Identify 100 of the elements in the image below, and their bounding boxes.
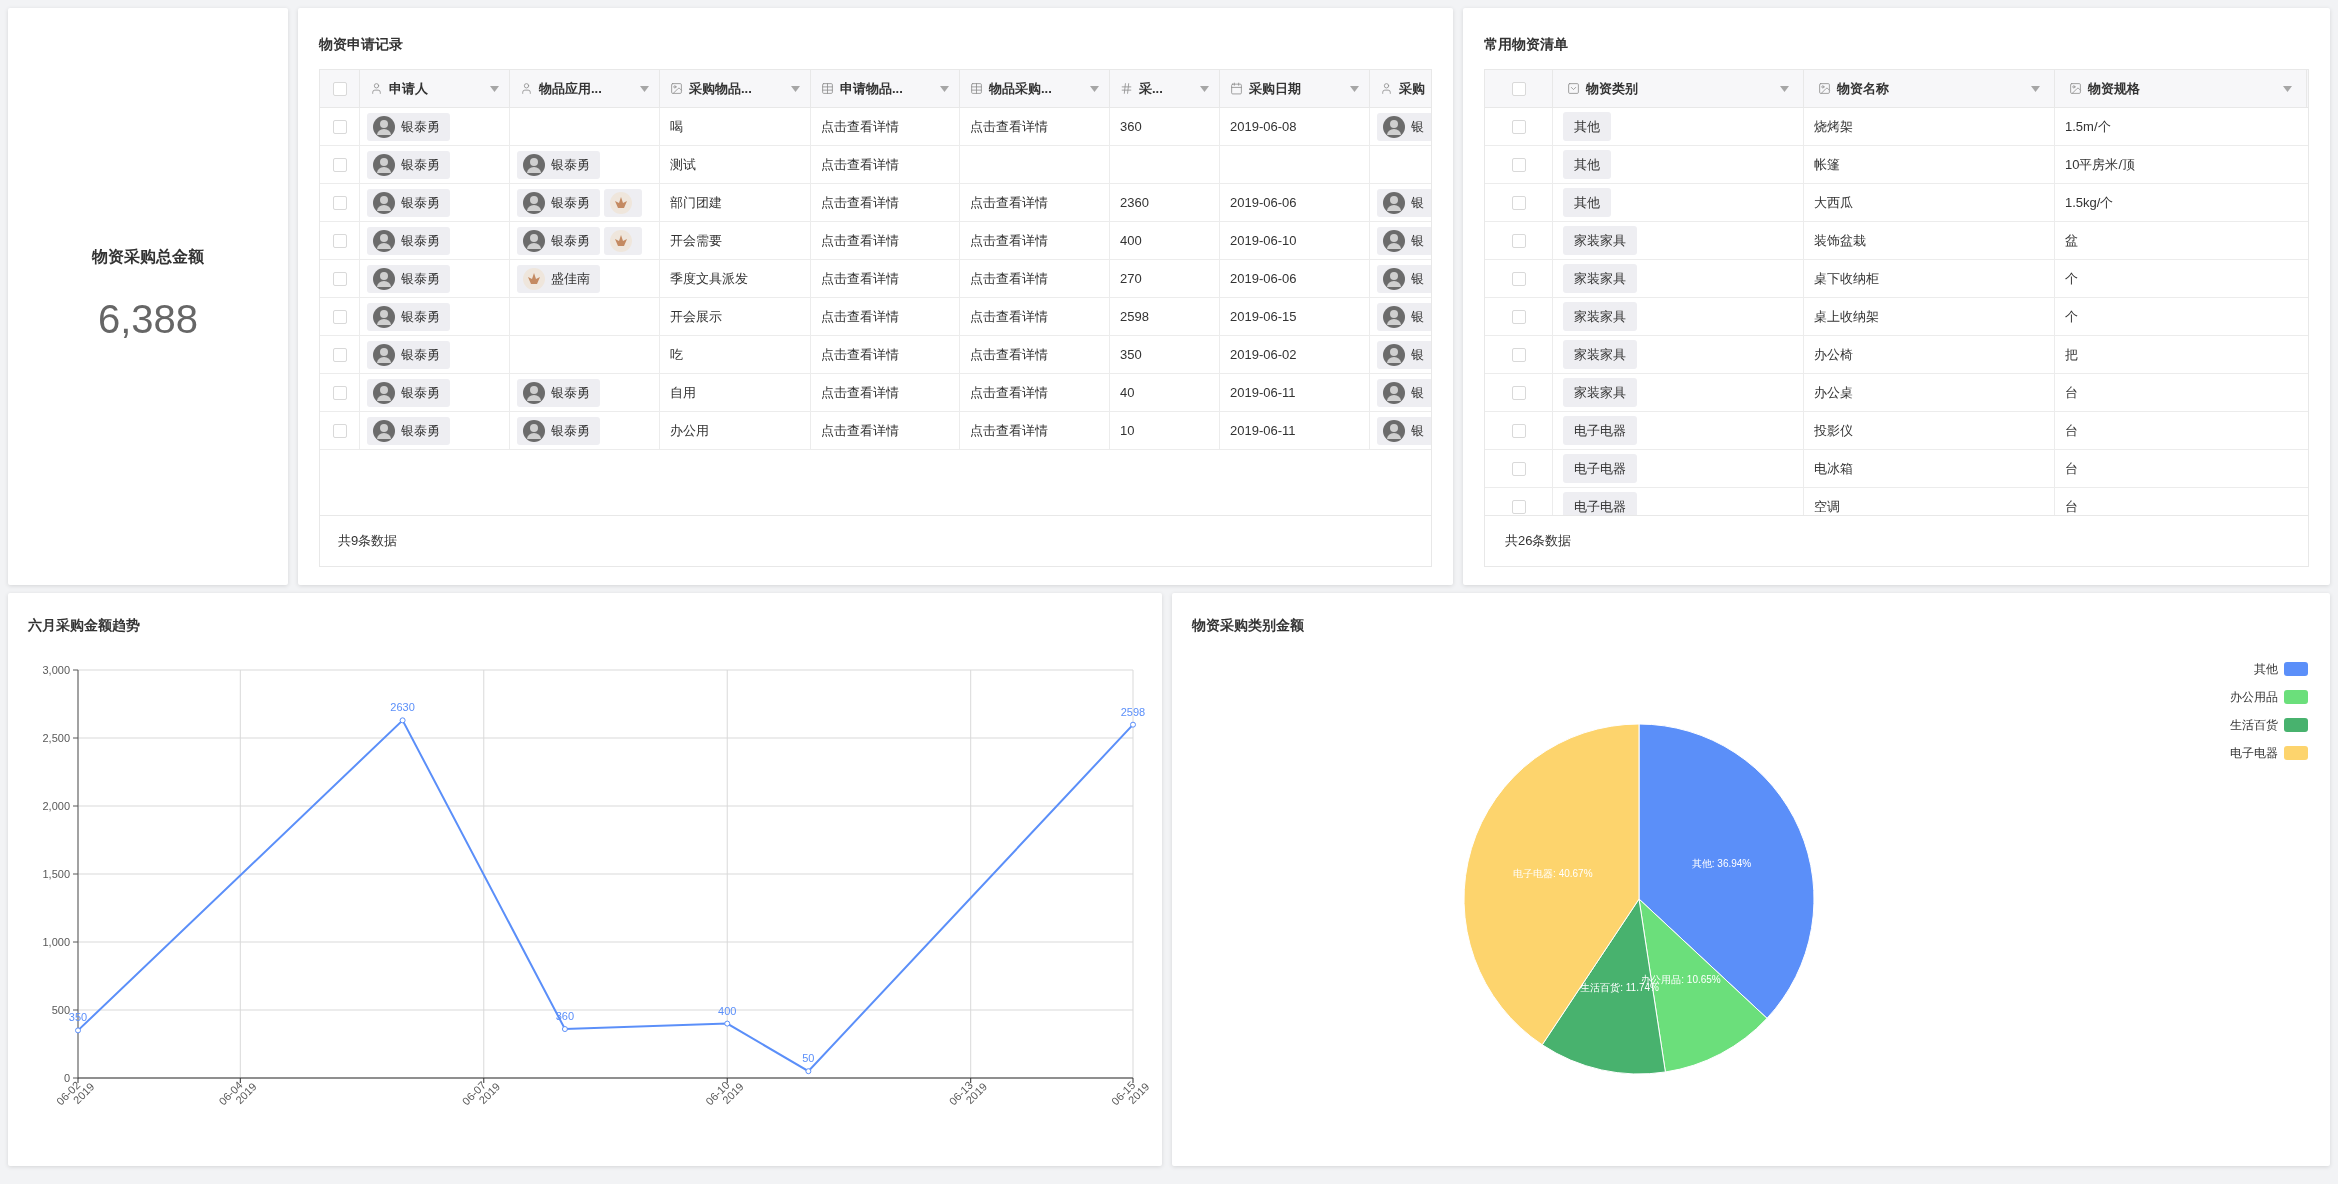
table-cell-text: 2360 (1119, 193, 1150, 212)
legend-label: 办公用品 (2230, 689, 2278, 706)
table-cell-text: 点击查看详情 (820, 193, 900, 212)
table-cell-text: 点击查看详情 (820, 269, 900, 288)
table-cell-text: 1.5kg/个 (2065, 193, 2114, 212)
y-tick-label: 1,000 (42, 936, 70, 948)
table-cell-text: 2019-06-08 (1229, 117, 1298, 136)
data-label: 2630 (390, 701, 415, 714)
table-cell-text: 点击查看详情 (820, 383, 900, 402)
category-tag: 家装家具 (1563, 339, 1637, 370)
table-cell-text: 季度文具派发 (669, 269, 749, 288)
table-cell-text: 大西瓜 (1814, 193, 1853, 212)
table-cell-text: 点击查看详情 (820, 155, 900, 174)
category-tag: 电子电器 (1563, 491, 1637, 515)
table-cell-text: 点击查看详情 (820, 345, 900, 364)
table-cell-text: 喝 (669, 117, 684, 136)
table-cell-text: 点击查看详情 (820, 117, 900, 136)
card-title: 常用物资清单 (1484, 35, 1569, 54)
table-cell-text: 点击查看详情 (969, 193, 1049, 212)
table-cell-text: 270 (1119, 269, 1143, 288)
table-cell-text: 桌下收纳柜 (1814, 269, 1879, 288)
y-tick-label: 500 (51, 1004, 70, 1016)
table-cell-text: 台 (2065, 459, 2078, 478)
table-cell-text: 点击查看详情 (969, 307, 1049, 326)
table-cell-text: 桌上收纳架 (1814, 307, 1879, 326)
table-cell-text: 部门团建 (669, 193, 723, 212)
table-cell-text: 350 (1119, 345, 1143, 364)
table-cell-text: 点击查看详情 (969, 421, 1049, 440)
table-cell-text: 2019-06-11 (1229, 383, 1297, 402)
table-cell-text: 投影仪 (1814, 421, 1853, 440)
y-tick-label: 3,000 (42, 664, 70, 676)
stat-title: 物资采购总金额 (92, 246, 204, 267)
table-cell-text: 台 (2065, 383, 2078, 402)
table-cell-text: 把 (2065, 345, 2078, 364)
table-cell-text: 点击查看详情 (820, 421, 900, 440)
y-tick-label: 1,500 (42, 868, 70, 880)
table-cell-text: 台 (2065, 421, 2078, 440)
stat-value: 6,388 (97, 295, 199, 343)
table-cell-text: 10平房米/顶 (2065, 155, 2136, 174)
table-cell-text: 台 (2065, 497, 2078, 515)
table-cell-text: 400 (1119, 231, 1143, 250)
table-cell-text: 自用 (669, 383, 697, 402)
table-cell-text: 40 (1119, 383, 1136, 402)
table-cell-text: 办公桌 (1814, 383, 1853, 402)
table-cell-text: 盆 (2065, 231, 2078, 250)
data-label: 50 (802, 1052, 815, 1065)
legend-label: 其他 (2254, 661, 2278, 678)
category-tag: 其他 (1563, 187, 1611, 218)
y-tick-label: 2,500 (42, 732, 70, 744)
table-cell-text: 2598 (1119, 307, 1150, 326)
slice-label: 电子电器: 40.67% (1513, 868, 1593, 879)
table-cell-text: 2019-06-06 (1229, 193, 1298, 212)
table-cell-text: 360 (1119, 117, 1143, 136)
record-count: 共9条数据 (338, 532, 398, 551)
table-cell-text: 点击查看详情 (969, 231, 1049, 250)
table-cell-text: 空调 (1814, 497, 1840, 515)
table-cell-text: 开会展示 (669, 307, 723, 326)
table-cell-text: 1.5m/个 (2065, 117, 2111, 136)
y-tick-label: 0 (63, 1072, 70, 1084)
card-title: 物资采购类别金额 (1190, 616, 1305, 635)
table-cell-text: 点击查看详情 (969, 269, 1049, 288)
category-tag: 电子电器 (1563, 453, 1637, 484)
table-cell-text: 吃 (669, 345, 684, 364)
table-cell-text: 办公椅 (1814, 345, 1853, 364)
table-cell-text: 点击查看详情 (820, 307, 900, 326)
data-label: 400 (718, 1004, 737, 1017)
category-tag: 其他 (1563, 111, 1611, 142)
table-cell-text: 个 (2065, 307, 2078, 326)
table-cell-text: 2019-06-06 (1229, 269, 1298, 288)
table-cell-text: 帐篷 (1814, 155, 1840, 174)
table-cell-text: 点击查看详情 (820, 231, 900, 250)
table-cell-text: 电冰箱 (1814, 459, 1853, 478)
category-tag: 家装家具 (1563, 263, 1637, 294)
table-cell-text: 2019-06-15 (1229, 307, 1298, 326)
data-label: 2598 (1120, 705, 1146, 718)
table-cell-text: 测试 (669, 155, 697, 174)
legend-label: 电子电器 (2230, 745, 2278, 762)
table-cell-text: 2019-06-11 (1229, 421, 1297, 440)
category-tag: 家装家具 (1563, 377, 1637, 408)
table-cell-text: 装饰盆栽 (1814, 231, 1866, 250)
category-tag: 电子电器 (1563, 415, 1637, 446)
table-cell-text: 点击查看详情 (969, 345, 1049, 364)
card-title: 六月采购金额趋势 (27, 616, 141, 635)
category-tag: 其他 (1563, 149, 1611, 180)
card-title: 物资申请记录 (319, 35, 404, 54)
legend-label: 生活百货 (2230, 717, 2278, 734)
slice-label: 其他: 36.94% (1691, 858, 1752, 870)
table-cell-text: 2019-06-02 (1229, 345, 1298, 364)
table-cell-text: 10 (1119, 421, 1136, 440)
table-cell-text: 烧烤架 (1814, 117, 1853, 136)
category-tag: 家装家具 (1563, 225, 1637, 256)
y-tick-label: 2,000 (42, 800, 70, 812)
table-cell-text: 点击查看详情 (969, 117, 1049, 136)
record-count: 共26条数据 (1505, 532, 1572, 551)
table-cell-text: 2019-06-10 (1229, 231, 1298, 250)
table-cell-text: 点击查看详情 (969, 383, 1049, 402)
table-cell-text: 办公用 (669, 421, 710, 440)
table-cell-text: 个 (2065, 269, 2078, 288)
table-cell-text: 开会需要 (669, 231, 723, 250)
category-tag: 家装家具 (1563, 301, 1637, 332)
